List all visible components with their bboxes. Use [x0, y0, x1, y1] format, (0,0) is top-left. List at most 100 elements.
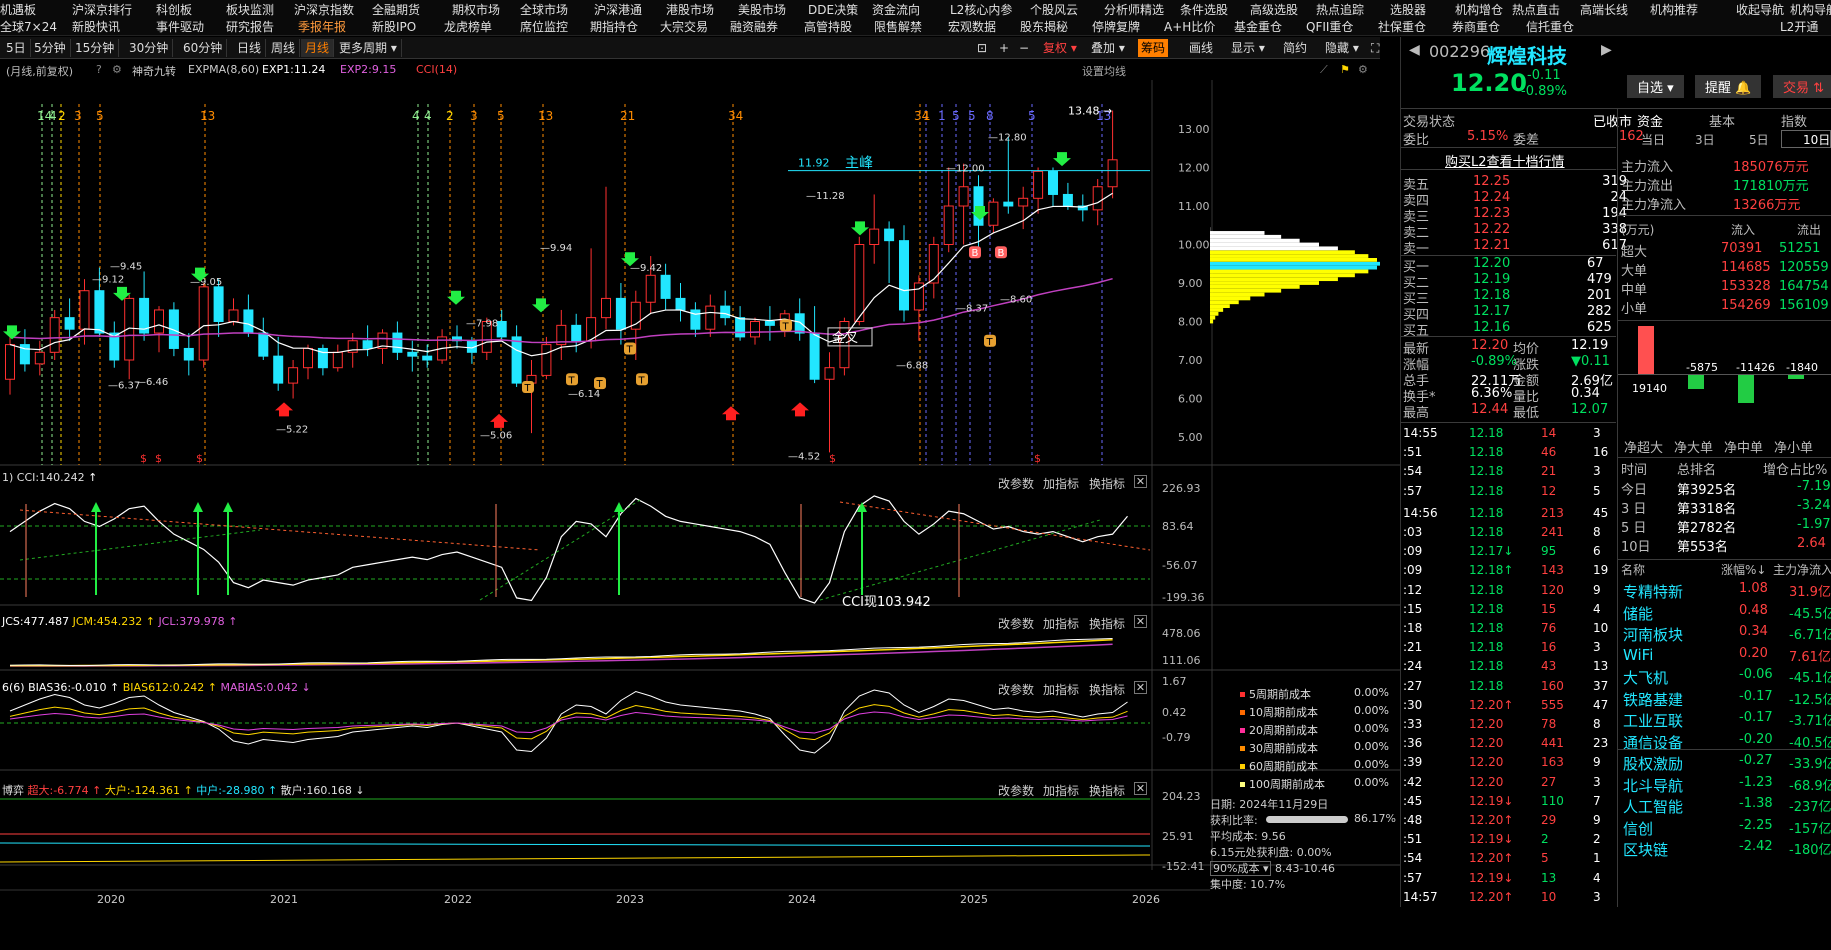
menu-item[interactable]: 分析师精选 — [1104, 1, 1164, 18]
menu-item[interactable]: 科创板 — [156, 1, 192, 18]
menu-item[interactable]: 期权市场 — [452, 1, 500, 18]
add-indicator-button[interactable]: 加指标 — [1043, 782, 1079, 799]
menu-item[interactable]: 高管持股 — [804, 18, 852, 35]
next-stock-icon[interactable]: ▶ — [1601, 42, 1612, 58]
menu-item[interactable]: 条件选股 — [1180, 1, 1228, 18]
kline-chart[interactable]: 13.0012.0011.0010.009.008.007.006.005.00… — [0, 80, 1400, 950]
menu-item[interactable]: 板块监测 — [226, 1, 274, 18]
menu-item[interactable]: 研究报告 — [226, 18, 274, 35]
prev-stock-icon[interactable]: ◀ — [1409, 42, 1420, 58]
menu-item[interactable]: 热点追踪 — [1316, 1, 1364, 18]
menu-item[interactable]: 期指持仓 — [590, 18, 638, 35]
sector-name[interactable]: 北斗导航 — [1623, 775, 1683, 796]
menu-item[interactable]: 全球7×24 — [0, 18, 57, 35]
sector-name[interactable]: 区块链 — [1623, 839, 1668, 860]
menu-item[interactable]: 季报年报 — [298, 18, 346, 35]
menu-item[interactable]: 信托重仓 — [1526, 18, 1574, 35]
sector-name[interactable]: 储能 — [1623, 603, 1653, 624]
flag-icon[interactable]: ⚑ — [1340, 63, 1350, 76]
menu-item[interactable]: 热点直击 — [1512, 1, 1560, 18]
trade-button[interactable]: 交易 ⇅ — [1773, 75, 1831, 98]
ma-settings-button[interactable]: 设置均线 — [1082, 63, 1126, 79]
menu-item[interactable]: 个股风云 — [1030, 1, 1078, 18]
switch-indicator-button[interactable]: 换指标 — [1089, 475, 1125, 492]
menu-item[interactable]: 宏观数据 — [948, 18, 996, 35]
draw-button[interactable]: 画线 — [1186, 39, 1216, 57]
switch-indicator-button[interactable]: 换指标 — [1089, 615, 1125, 632]
fund-tab[interactable]: 资金 — [1637, 111, 1663, 130]
menu-item[interactable]: 事件驱动 — [156, 18, 204, 35]
period-tab[interactable]: 日线 — [233, 39, 266, 57]
fund-period-tab[interactable]: 3日 — [1695, 131, 1715, 148]
close-icon[interactable]: ✕ — [1134, 782, 1147, 795]
draw-tool-icon[interactable]: ⟋ — [1320, 63, 1328, 77]
menu-item[interactable]: A+H比价 — [1164, 18, 1215, 35]
simple-button[interactable]: 简约 — [1280, 39, 1310, 57]
change-params-button[interactable]: 改参数 — [998, 475, 1034, 492]
menu-item[interactable]: QFII重仓 — [1306, 18, 1353, 35]
fullscreen-icon[interactable]: ⛶ — [1368, 39, 1382, 57]
change-params-button[interactable]: 改参数 — [998, 782, 1034, 799]
sector-name[interactable]: 大飞机 — [1623, 667, 1668, 688]
menu-item[interactable]: 股东揭秘 — [1020, 18, 1068, 35]
close-icon[interactable]: ✕ — [1134, 615, 1147, 628]
period-tab[interactable]: 60分钟 — [179, 39, 227, 57]
menu-item[interactable]: 席位监控 — [520, 18, 568, 35]
fuquan-button[interactable]: 复权 ▾ — [1040, 39, 1080, 57]
menu-item[interactable]: 券商重仓 — [1452, 18, 1500, 35]
gear-icon[interactable]: ⚙ — [112, 63, 122, 76]
menu-item[interactable]: 全球市场 — [520, 1, 568, 18]
sector-name[interactable]: WiFi — [1623, 646, 1653, 664]
menu-item[interactable]: 社保重仓 — [1378, 18, 1426, 35]
sector-name[interactable]: 信创 — [1623, 818, 1653, 839]
menu-item[interactable]: L2核心内参 — [950, 1, 1012, 18]
sector-name[interactable]: 股权激励 — [1623, 753, 1683, 774]
period-tab[interactable]: 5日 — [2, 39, 31, 57]
watchlist-button[interactable]: 自选 ▾ — [1627, 75, 1684, 98]
fund-period-tab[interactable]: 当日 — [1641, 131, 1665, 148]
menu-item[interactable]: 沪深港通 — [594, 1, 642, 18]
menu-item[interactable]: 大宗交易 — [660, 18, 708, 35]
period-tab[interactable]: 更多周期 ▾ — [335, 39, 402, 57]
alert-button[interactable]: 提醒 🔔 — [1695, 75, 1761, 98]
menu-item[interactable]: 融资融券 — [730, 18, 778, 35]
switch-indicator-button[interactable]: 换指标 — [1089, 782, 1125, 799]
menu-item[interactable]: 选股器 — [1390, 1, 1426, 18]
close-icon[interactable]: ✕ — [1134, 475, 1147, 488]
menu-item[interactable]: DDE决策 — [808, 1, 858, 18]
menu-item[interactable]: 龙虎榜单 — [444, 18, 492, 35]
sector-name[interactable]: 工业互联 — [1623, 710, 1683, 731]
menu-item[interactable]: 机遇板 — [0, 1, 36, 18]
fund-tab[interactable]: 指数 — [1781, 111, 1807, 130]
settings-icon[interactable]: ⚙ — [1358, 63, 1368, 76]
menu-item[interactable]: 限售解禁 — [874, 18, 922, 35]
chips-button[interactable]: 筹码 — [1138, 39, 1168, 57]
fund-tab[interactable]: 基本 — [1709, 111, 1735, 130]
period-tab[interactable]: 周线 — [267, 39, 300, 57]
change-params-button[interactable]: 改参数 — [998, 615, 1034, 632]
menu-item[interactable]: 高级选股 — [1250, 1, 1298, 18]
sector-name[interactable]: 专精特新 — [1623, 581, 1683, 602]
lock-icon[interactable]: ⊡ — [974, 39, 990, 57]
add-indicator-button[interactable]: 加指标 — [1043, 475, 1079, 492]
zoom-out-icon[interactable]: − — [1016, 39, 1032, 57]
help-icon[interactable]: ? — [96, 63, 102, 76]
menu-item[interactable]: 港股市场 — [666, 1, 714, 18]
menu-item[interactable]: 沪深京指数 — [294, 1, 354, 18]
menu-item[interactable]: 机构推荐 — [1650, 1, 1698, 18]
period-tab[interactable]: 5分钟 — [30, 39, 71, 57]
menu-item[interactable]: 基金重仓 — [1234, 18, 1282, 35]
period-tab[interactable]: 15分钟 — [71, 39, 119, 57]
zoom-in-icon[interactable]: + — [996, 39, 1012, 57]
add-indicator-button[interactable]: 加指标 — [1043, 681, 1079, 698]
l2-link[interactable]: 购买L2查看十档行情 — [1445, 151, 1565, 170]
menu-item[interactable]: L2开通 — [1780, 18, 1818, 35]
display-button[interactable]: 显示 ▾ — [1228, 39, 1268, 57]
menu-item[interactable]: 新股快讯 — [72, 18, 120, 35]
menu-item[interactable]: 全融期货 — [372, 1, 420, 18]
expma-label[interactable]: EXPMA(8,60) — [188, 63, 259, 76]
menu-item[interactable]: 美股市场 — [738, 1, 786, 18]
menu-item[interactable]: 收起导航 — [1736, 1, 1784, 18]
menu-item[interactable]: 资金流向 — [872, 1, 920, 18]
period-tab[interactable]: 月线 — [301, 39, 334, 57]
